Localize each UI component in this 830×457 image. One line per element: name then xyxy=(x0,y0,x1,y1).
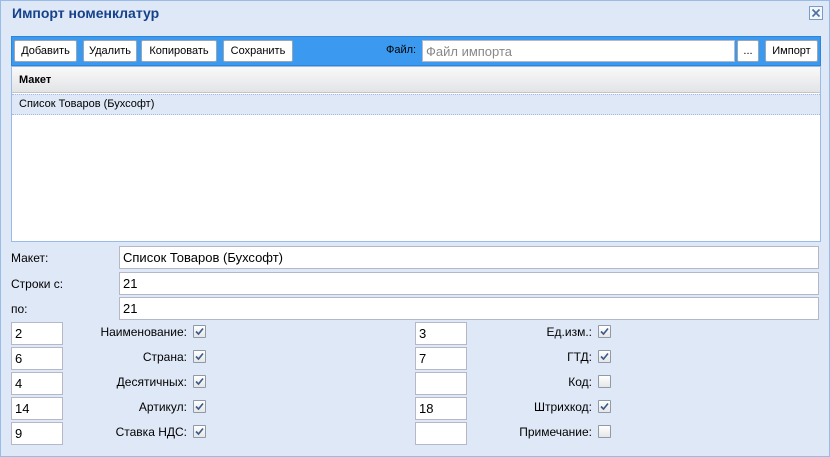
check-icon xyxy=(195,377,204,386)
article-column-field[interactable]: 14 xyxy=(11,397,63,420)
dialog-titlebar: Импорт номенклатур xyxy=(1,1,829,27)
gtd-checkbox[interactable] xyxy=(598,350,611,363)
gtd-label: ГТД: xyxy=(567,350,592,364)
rows-from-label: Строки с: xyxy=(11,277,64,291)
article-checkbox[interactable] xyxy=(193,400,206,413)
copy-button[interactable]: Копировать xyxy=(141,40,217,62)
rows-to-field[interactable]: 21 xyxy=(119,297,819,320)
barcode-column-field[interactable]: 18 xyxy=(415,397,467,420)
close-icon xyxy=(811,8,821,18)
toolbar: Добавить Удалить Копировать Сохранить Фа… xyxy=(11,36,821,66)
unit-column-field[interactable]: 3 xyxy=(415,322,467,345)
file-input[interactable]: Файл импорта xyxy=(422,40,735,62)
check-icon xyxy=(195,427,204,436)
unit-checkbox[interactable] xyxy=(598,325,611,338)
grid-column-header[interactable]: Макет xyxy=(12,67,820,93)
name-checkbox[interactable] xyxy=(193,325,206,338)
save-button[interactable]: Сохранить xyxy=(223,40,293,62)
browse-button[interactable]: ... xyxy=(737,40,759,62)
layout-name-field[interactable]: Список Товаров (Бухсофт) xyxy=(119,246,819,269)
name-column-field[interactable]: 2 xyxy=(11,322,63,345)
check-icon xyxy=(195,402,204,411)
article-label: Артикул: xyxy=(138,400,187,414)
note-label: Примечание: xyxy=(519,425,592,439)
check-icon xyxy=(195,327,204,336)
decimals-column-field[interactable]: 4 xyxy=(11,372,63,395)
add-button[interactable]: Добавить xyxy=(14,40,77,62)
delete-button[interactable]: Удалить xyxy=(83,40,137,62)
check-icon xyxy=(600,327,609,336)
note-checkbox[interactable] xyxy=(598,425,611,438)
country-label: Страна: xyxy=(142,350,187,364)
code-column-field[interactable] xyxy=(415,372,467,395)
file-label: Файл: xyxy=(386,44,417,56)
import-button[interactable]: Импорт xyxy=(765,40,818,62)
check-icon xyxy=(600,402,609,411)
import-dialog: Импорт номенклатур Добавить Удалить Копи… xyxy=(0,0,830,457)
barcode-label: Штрихкод: xyxy=(533,400,592,414)
country-column-field[interactable]: 6 xyxy=(11,347,63,370)
decimals-checkbox[interactable] xyxy=(193,375,206,388)
vat-checkbox[interactable] xyxy=(193,425,206,438)
check-icon xyxy=(195,352,204,361)
close-button[interactable] xyxy=(809,6,823,20)
vat-column-field[interactable]: 9 xyxy=(11,422,63,445)
code-label: Код: xyxy=(568,375,592,389)
unit-label: Ед.изм.: xyxy=(546,325,592,339)
barcode-checkbox[interactable] xyxy=(598,400,611,413)
note-column-field[interactable] xyxy=(415,422,467,445)
rows-to-label: по: xyxy=(11,302,28,316)
dialog-title: Импорт номенклатур xyxy=(12,5,160,21)
name-label: Наименование: xyxy=(100,325,187,339)
layout-label: Макет: xyxy=(11,251,49,265)
gtd-column-field[interactable]: 7 xyxy=(415,347,467,370)
rows-from-field[interactable]: 21 xyxy=(119,272,819,295)
check-icon xyxy=(600,352,609,361)
grid-row[interactable]: Список Товаров (Бухсофт) xyxy=(12,94,820,115)
layouts-grid: Макет Список Товаров (Бухсофт) xyxy=(11,66,821,242)
country-checkbox[interactable] xyxy=(193,350,206,363)
code-checkbox[interactable] xyxy=(598,375,611,388)
decimals-label: Десятичных: xyxy=(116,375,187,389)
vat-label: Ставка НДС: xyxy=(115,425,187,439)
